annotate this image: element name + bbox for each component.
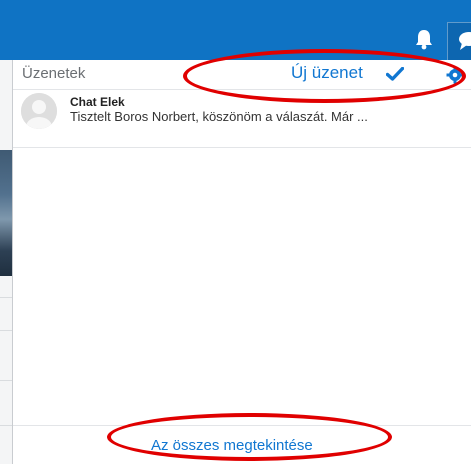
top-navbar xyxy=(0,0,471,61)
popover-header: Üzenetek Új üzenet xyxy=(13,60,471,90)
background-divider xyxy=(0,380,12,381)
messages-toggle-button[interactable] xyxy=(447,22,471,61)
user-avatar-icon xyxy=(21,93,57,129)
background-divider xyxy=(0,425,12,426)
checkmark-icon[interactable] xyxy=(385,66,405,86)
gear-icon[interactable] xyxy=(446,66,464,89)
message-list-item[interactable]: Chat Elek Tisztelt Boros Norbert, köszön… xyxy=(13,90,471,148)
view-all-link[interactable]: Az összes megtekintése xyxy=(151,437,313,454)
popover-footer: Az összes megtekintése xyxy=(13,425,471,464)
new-message-link[interactable]: Új üzenet xyxy=(291,63,363,83)
background-photo xyxy=(0,150,12,276)
message-sender: Chat Elek xyxy=(70,95,125,109)
bell-icon[interactable] xyxy=(414,28,434,50)
messages-popover: Üzenetek Új üzenet Chat Elek Tisztelt Bo… xyxy=(12,60,471,464)
background-divider xyxy=(0,330,12,331)
message-preview: Tisztelt Boros Norbert, köszönöm a válas… xyxy=(70,109,368,124)
popover-title: Üzenetek xyxy=(22,65,86,82)
background-divider xyxy=(0,297,12,298)
